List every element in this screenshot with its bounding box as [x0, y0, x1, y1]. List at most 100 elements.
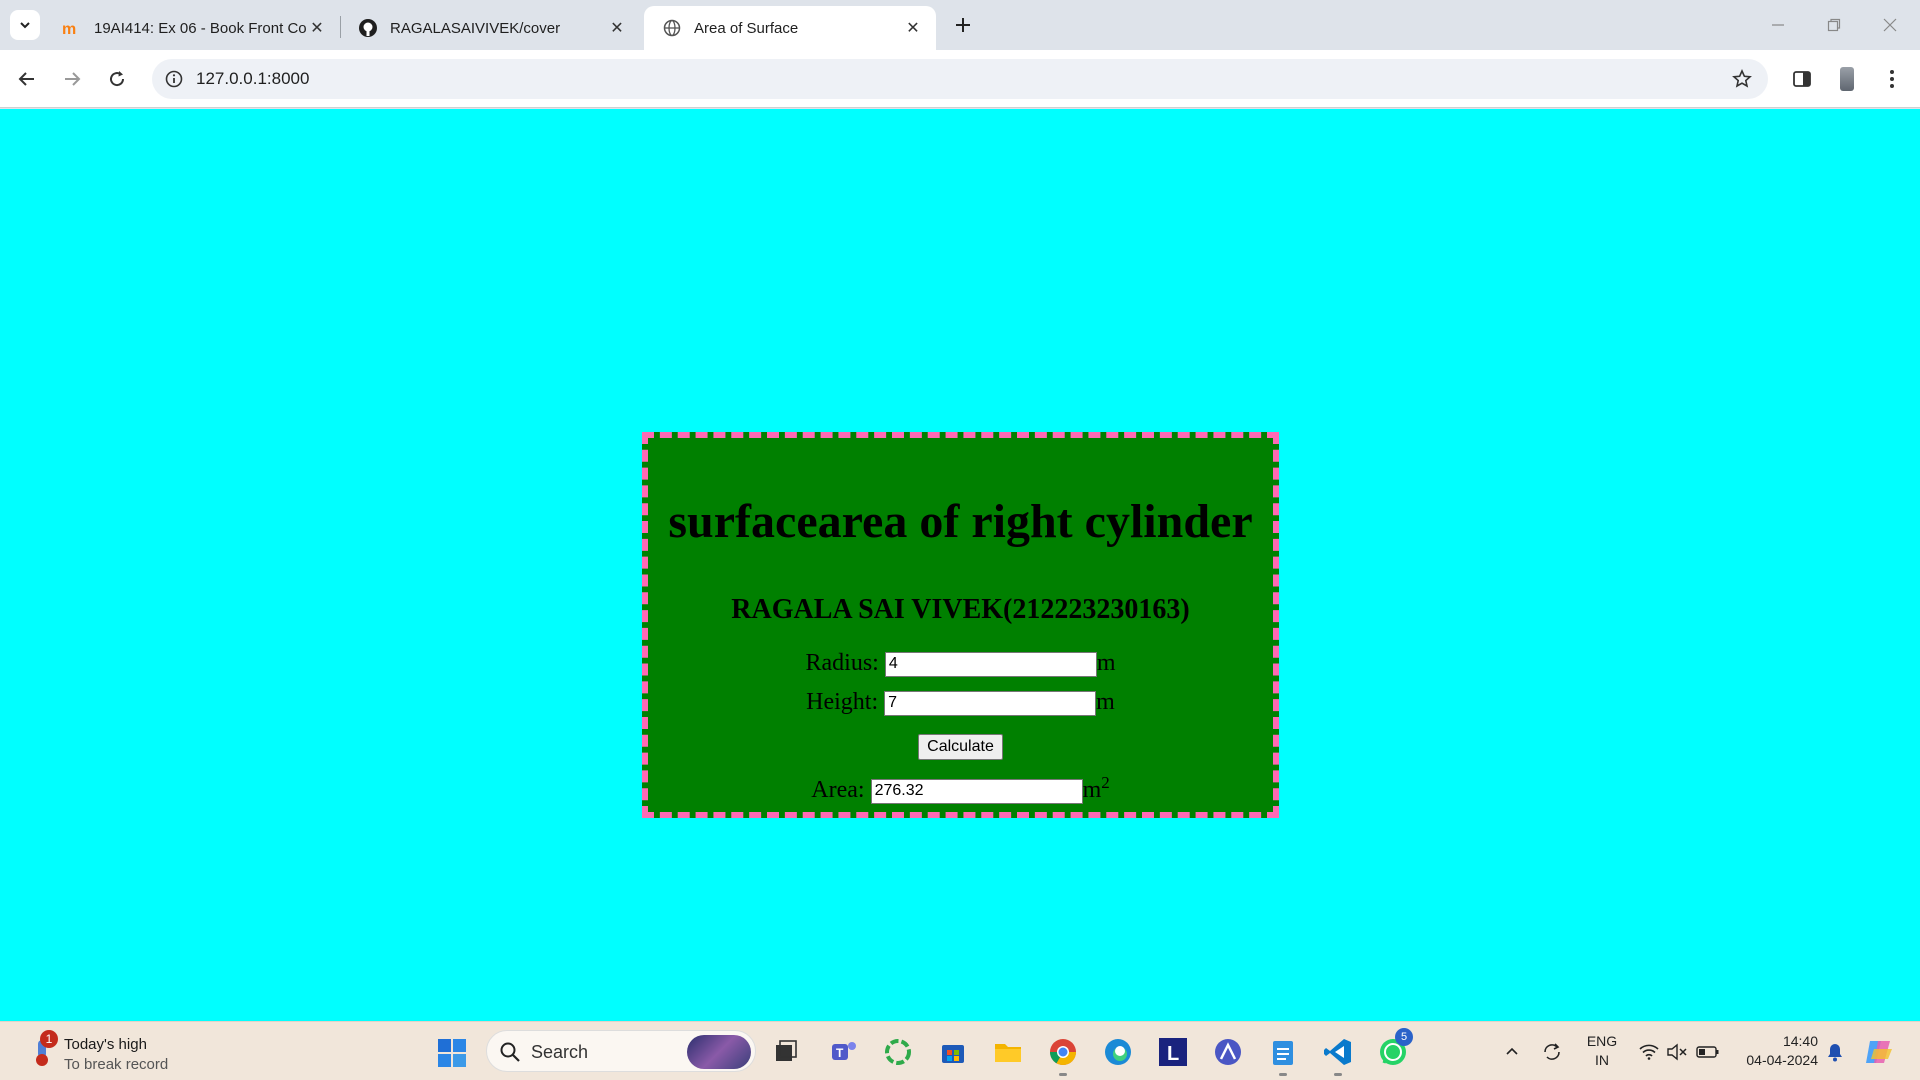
- running-indicator: [1059, 1073, 1067, 1076]
- tab-strip: m 19AI414: Ex 06 - Book Front Co ✕ RAGAL…: [0, 0, 1920, 50]
- edge-icon: [1105, 1039, 1131, 1065]
- author-subheading: RAGALA SAI VIVEK(212223230163): [731, 594, 1190, 625]
- bookmark-star-icon[interactable]: [1730, 67, 1754, 91]
- tab-title: RAGALASAIVIVEK/cover: [390, 19, 561, 37]
- task-view-icon: [776, 1040, 797, 1061]
- task-view-button[interactable]: [768, 1034, 804, 1070]
- copilot-icon: [1866, 1041, 1892, 1063]
- weather-badge: 1: [40, 1030, 58, 1048]
- vscode-icon: [1324, 1039, 1351, 1065]
- notifications-button[interactable]: [1822, 1036, 1848, 1068]
- more-vert-icon: [1890, 70, 1894, 88]
- svg-text:T: T: [836, 1046, 844, 1060]
- file-explorer-button[interactable]: [990, 1034, 1026, 1070]
- plus-icon: [956, 18, 970, 32]
- url-text[interactable]: 127.0.0.1:8000: [196, 69, 309, 89]
- wifi-button[interactable]: [1636, 1036, 1662, 1068]
- minimize-button[interactable]: [1758, 8, 1798, 42]
- close-icon[interactable]: ✕: [606, 17, 628, 39]
- show-hidden-icons-button[interactable]: [1500, 1036, 1524, 1068]
- forward-button[interactable]: [56, 63, 88, 95]
- volume-button[interactable]: [1664, 1036, 1690, 1068]
- folder-icon: [995, 1044, 1021, 1062]
- height-input[interactable]: [884, 690, 1097, 716]
- arrow-right-icon: [65, 72, 81, 86]
- sync-icon: [1544, 1043, 1560, 1060]
- close-icon: [1883, 18, 1897, 32]
- tab-area-of-surface[interactable]: Area of Surface ✕: [644, 6, 936, 50]
- restore-icon: [1827, 18, 1841, 32]
- side-panel-icon: [1793, 71, 1811, 87]
- clock-time: 14:40: [1782, 1033, 1818, 1049]
- radius-input[interactable]: [884, 651, 1097, 677]
- teams-icon: T: [832, 1042, 856, 1060]
- profile-button[interactable]: [1831, 63, 1863, 95]
- back-button[interactable]: [11, 63, 43, 95]
- tab-title: 19AI414: Ex 06 - Book Front Co: [94, 19, 306, 37]
- globe-icon: [662, 18, 682, 38]
- taskbar-search[interactable]: Search: [486, 1030, 756, 1072]
- reload-icon: [110, 71, 125, 87]
- weather-widget[interactable]: 1 Today's high To break record: [24, 1030, 204, 1074]
- radius-unit: m: [1096, 650, 1116, 676]
- teams-button[interactable]: T: [826, 1034, 862, 1070]
- clock[interactable]: 14:40 04-04-2024: [1734, 1032, 1818, 1070]
- start-button[interactable]: [437, 1038, 467, 1068]
- language-indicator[interactable]: ENG IN: [1582, 1032, 1622, 1070]
- calculate-row: Calculate: [648, 731, 1273, 760]
- sync-tray-button[interactable]: [1538, 1036, 1566, 1068]
- tab-search-button[interactable]: [10, 10, 40, 40]
- running-indicator: [1334, 1073, 1342, 1076]
- restore-button[interactable]: [1814, 8, 1854, 42]
- edge-button[interactable]: [1100, 1034, 1136, 1070]
- minimize-icon: [1772, 24, 1784, 26]
- l-app-button[interactable]: L: [1155, 1034, 1191, 1070]
- search-placeholder: Search: [531, 1042, 589, 1062]
- weather-title: Today's high: [64, 1036, 147, 1053]
- wifi-icon: [1639, 1044, 1659, 1060]
- bell-icon: [1828, 1044, 1842, 1062]
- tab-title: Area of Surface: [694, 19, 799, 37]
- moodle-icon: m: [62, 18, 82, 38]
- calculator-card: surfacearea of right cylinder RAGALA SAI…: [642, 432, 1279, 818]
- tab-github[interactable]: RAGALASAIVIVEK/cover ✕: [340, 6, 640, 50]
- weather-subtitle: To break record: [64, 1056, 169, 1073]
- notepad-button[interactable]: [1265, 1034, 1301, 1076]
- reload-button[interactable]: [101, 63, 133, 95]
- tab-moodle[interactable]: m 19AI414: Ex 06 - Book Front Co ✕: [44, 6, 340, 50]
- menu-button[interactable]: [1876, 63, 1908, 95]
- store-button[interactable]: [935, 1034, 971, 1070]
- whatsapp-button[interactable]: 5: [1375, 1028, 1413, 1070]
- triangle-app-icon: [1215, 1039, 1241, 1065]
- chrome-button[interactable]: [1045, 1034, 1081, 1076]
- window-close-button[interactable]: [1870, 8, 1910, 42]
- site-info-icon[interactable]: [162, 67, 186, 91]
- close-icon[interactable]: ✕: [306, 17, 328, 39]
- copilot-button[interactable]: [1862, 1036, 1896, 1068]
- refresh-app-button[interactable]: [880, 1034, 916, 1070]
- radius-label: Radius:: [805, 650, 879, 676]
- running-indicator: [1279, 1073, 1287, 1076]
- language-code: ENG: [1586, 1033, 1618, 1049]
- page-viewport: surfacearea of right cylinder RAGALA SAI…: [0, 109, 1920, 1021]
- height-label: Height:: [806, 689, 879, 715]
- chevron-down-icon: [20, 22, 30, 29]
- volume-muted-icon: [1667, 1043, 1687, 1061]
- area-label: Area:: [811, 777, 865, 803]
- radius-row: Radius: m: [648, 650, 1273, 677]
- address-bar[interactable]: 127.0.0.1:8000: [152, 59, 1768, 99]
- close-icon[interactable]: ✕: [902, 17, 924, 39]
- calculate-button[interactable]: Calculate: [918, 734, 1003, 760]
- battery-button[interactable]: [1694, 1036, 1722, 1068]
- taskbar: 1 Today's high To break record Search T …: [0, 1021, 1920, 1080]
- browser-toolbar: 127.0.0.1:8000: [0, 50, 1920, 108]
- new-tab-button[interactable]: [948, 10, 978, 40]
- vector-app-button[interactable]: [1210, 1034, 1246, 1070]
- side-panel-button[interactable]: [1786, 63, 1818, 95]
- clock-date: 04-04-2024: [1746, 1052, 1818, 1068]
- area-unit-exponent: 2: [1101, 773, 1110, 792]
- height-row: Height: m: [648, 689, 1273, 716]
- vscode-button[interactable]: [1320, 1034, 1356, 1076]
- area-output[interactable]: [870, 778, 1083, 804]
- battery-icon: [1696, 1046, 1719, 1058]
